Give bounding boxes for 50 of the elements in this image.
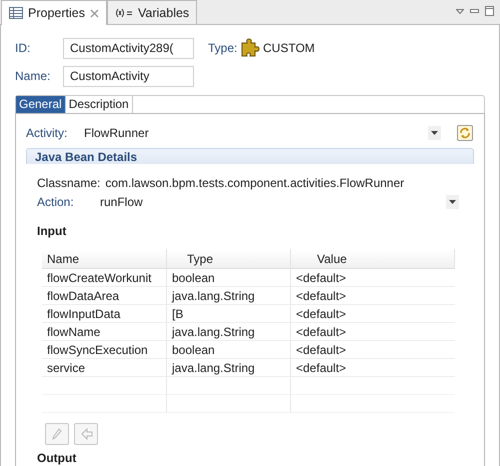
table-cell: flowDataArea [42, 287, 167, 305]
classname-value: com.lawson.bpm.tests.component.activities.FlowRunner [105, 176, 404, 190]
table-cell: <default> [291, 269, 455, 287]
activity-value: FlowRunner [84, 126, 149, 140]
maximize-icon[interactable] [485, 6, 494, 16]
arrow-icon [79, 428, 93, 440]
table-cell: <default> [291, 323, 455, 341]
table-cell: boolean [167, 341, 291, 359]
refresh-button[interactable] [457, 125, 473, 141]
table-cell: java.lang.String [167, 323, 291, 341]
column-header[interactable]: Type [167, 249, 291, 269]
name-label: Name: [15, 69, 52, 83]
view-menu-icon[interactable] [456, 8, 464, 14]
table-cell: <default> [291, 359, 455, 377]
table-cell: flowInputData [42, 305, 167, 323]
section-title: Input [37, 224, 68, 238]
classname-label: Classname: [37, 176, 100, 190]
pencil-icon [52, 428, 62, 440]
view-tab[interactable]: Properties [1, 0, 107, 25]
table-cell: java.lang.String [167, 287, 291, 305]
table-cell: flowCreateWorkunit [42, 269, 167, 287]
minimize-icon[interactable] [470, 9, 479, 13]
tab[interactable]: Description [66, 96, 133, 113]
column-header[interactable]: Name [42, 249, 167, 269]
name-field[interactable]: CustomActivity [63, 66, 194, 86]
action-value: runFlow [100, 195, 143, 209]
action-label: Action: [37, 195, 75, 209]
table-cell: <default> [291, 305, 455, 323]
table-cell: boolean [167, 269, 291, 287]
activity-label: Activity: [26, 126, 68, 140]
section-title: Output [37, 451, 78, 465]
table-cell: service [42, 359, 167, 377]
variable-icon [114, 8, 133, 18]
view-tab[interactable]: Variables [106, 0, 198, 24]
id-label: ID: [15, 41, 32, 55]
table-cell: <default> [291, 287, 455, 305]
close-icon[interactable] [90, 8, 99, 18]
type-label: Type: [208, 41, 238, 55]
table-cell: flowName [42, 323, 167, 341]
column-header[interactable]: Value [291, 249, 455, 269]
table-cell: <default> [291, 341, 455, 359]
id-field[interactable]: CustomActivity289( [63, 38, 194, 58]
table-cell: flowSyncExecution [42, 341, 167, 359]
puzzle-icon [240, 38, 260, 58]
section-header: Java Bean Details [26, 148, 474, 164]
type-value: CUSTOM [263, 41, 315, 55]
table-cell: java.lang.String [167, 359, 291, 377]
table-cell: [B [167, 305, 291, 323]
tab[interactable]: General [16, 96, 66, 113]
table-icon [9, 7, 23, 19]
